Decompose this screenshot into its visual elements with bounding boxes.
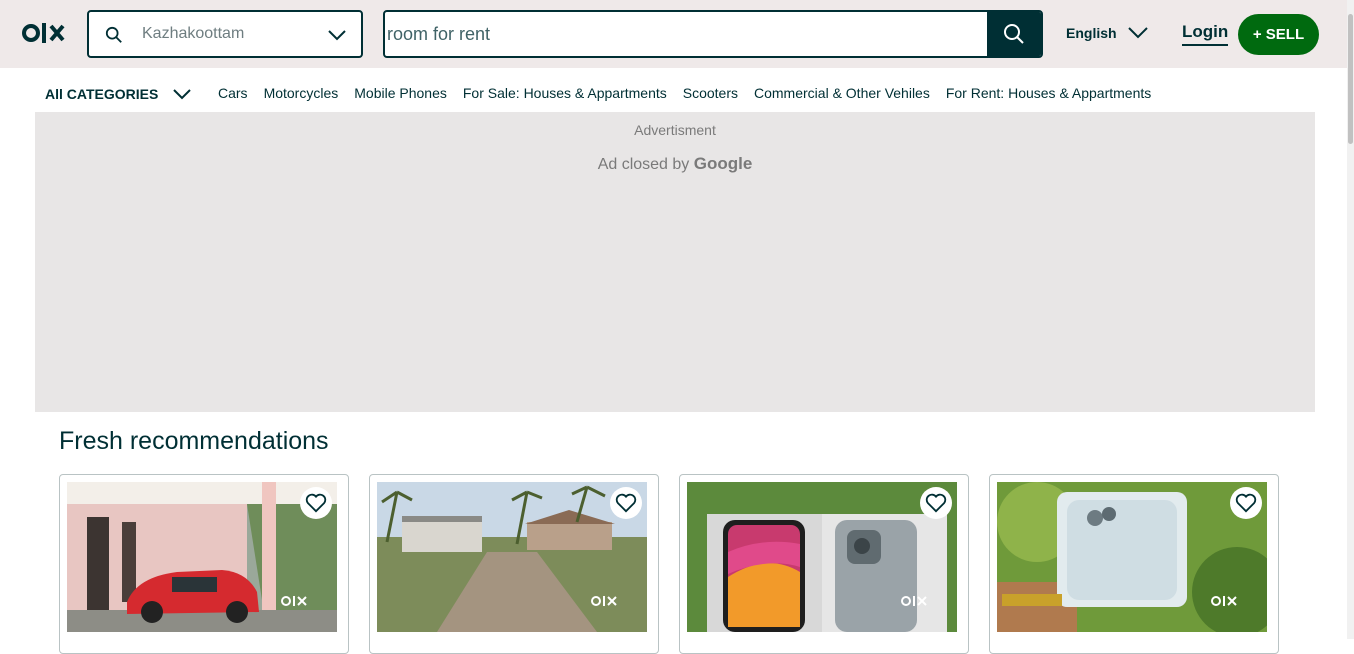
olx-watermark-icon (591, 596, 617, 606)
heart-icon (615, 493, 637, 513)
category-link-houses-for-rent[interactable]: For Rent: Houses & Appartments (946, 85, 1151, 101)
heart-icon (925, 493, 947, 513)
ad-closed-brand: Google (693, 154, 753, 173)
scrollbar-thumb[interactable] (1348, 14, 1353, 144)
category-link-mobile-phones[interactable]: Mobile Phones (354, 85, 447, 101)
heart-icon (1235, 493, 1257, 513)
listing-image[interactable] (67, 482, 337, 632)
favorite-button[interactable] (1230, 487, 1262, 519)
search-icon (105, 26, 122, 43)
favorite-button[interactable] (300, 487, 332, 519)
section-title: Fresh recommendations (59, 427, 329, 455)
search-box (383, 10, 1043, 58)
listing-card[interactable] (369, 474, 659, 654)
category-link-cars[interactable]: Cars (218, 85, 248, 101)
favorite-button[interactable] (610, 487, 642, 519)
category-link-scooters[interactable]: Scooters (683, 85, 738, 101)
listing-card[interactable] (679, 474, 969, 654)
search-input[interactable] (387, 12, 987, 56)
category-link-commercial-vehicles[interactable]: Commercial & Other Vehiles (754, 85, 930, 101)
category-link-houses-for-sale[interactable]: For Sale: Houses & Appartments (463, 85, 667, 101)
chevron-down-icon (1127, 27, 1148, 39)
listing-image[interactable] (377, 482, 647, 632)
olx-watermark-icon (1211, 596, 1237, 606)
chevron-down-icon (173, 89, 192, 100)
chevron-down-icon[interactable] (327, 25, 347, 45)
search-button[interactable] (987, 12, 1041, 56)
favorite-button[interactable] (920, 487, 952, 519)
listing-card[interactable] (989, 474, 1279, 654)
listing-card[interactable] (59, 474, 349, 654)
location-selector[interactable]: Kazhakoottam (87, 10, 363, 58)
heart-icon (305, 493, 327, 513)
header: Kazhakoottam English Login + SELL (0, 0, 1354, 68)
advertisement-banner: Advertisment Ad closed by Google (35, 112, 1315, 412)
search-icon (1004, 24, 1024, 44)
ad-closed-message: Ad closed by Google (35, 154, 1315, 174)
category-link-motorcycles[interactable]: Motorcycles (264, 85, 339, 101)
olx-logo[interactable] (22, 20, 68, 46)
ad-label: Advertisment (634, 122, 716, 138)
sell-button[interactable]: + SELL (1238, 14, 1319, 55)
all-categories-dropdown[interactable]: All CATEGORIES (45, 85, 192, 103)
listing-image[interactable] (687, 482, 957, 632)
language-label: English (1066, 25, 1117, 41)
location-value: Kazhakoottam (142, 25, 245, 42)
category-bar: All CATEGORIES Cars Motorcycles Mobile P… (0, 68, 1354, 112)
page-scrollbar[interactable] (1347, 0, 1354, 639)
olx-watermark-icon (281, 596, 307, 606)
ad-closed-prefix: Ad closed by (597, 156, 690, 173)
language-selector[interactable]: English (1066, 24, 1149, 42)
login-link[interactable]: Login (1182, 22, 1229, 46)
all-categories-label: All CATEGORIES (45, 86, 159, 102)
category-links: Cars Motorcycles Mobile Phones For Sale:… (218, 85, 1167, 101)
listing-image[interactable] (997, 482, 1267, 632)
olx-watermark-icon (901, 596, 927, 606)
